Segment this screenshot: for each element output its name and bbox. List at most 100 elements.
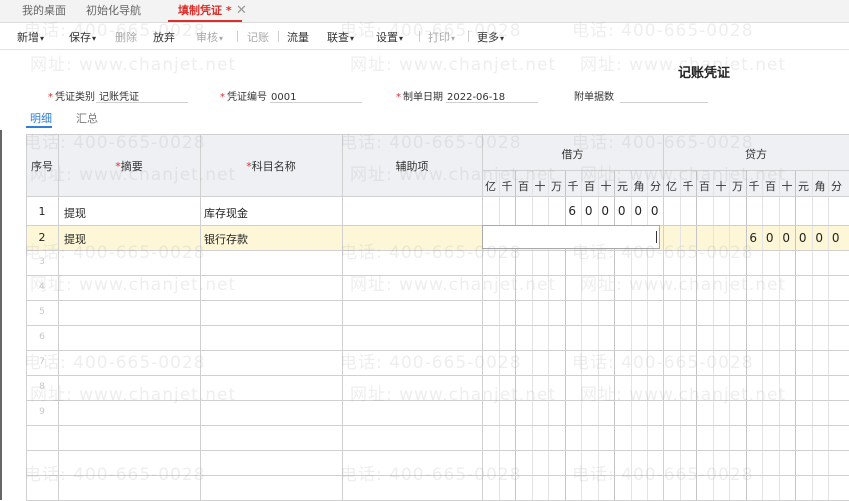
digit-unit-label: 亿 <box>485 180 496 193</box>
amount-digit: 0 <box>765 231 774 245</box>
amount-digit: 0 <box>601 204 610 218</box>
digit-unit-label: 分 <box>831 180 842 193</box>
attachments-field[interactable]: 附单据数 <box>574 88 618 103</box>
col-seq-header: 序号 <box>31 160 53 173</box>
col-summary-header: *摘要 <box>115 160 143 173</box>
voucher-entry-grid: 序号 *摘要 *科目名称 辅助项 借方 贷方 亿亿千千百百十十万万千千百百十十元… <box>26 134 849 501</box>
toolbar-separator <box>419 31 420 42</box>
digit-unit-label: 十 <box>715 180 727 193</box>
digit-unit-label: 亿 <box>666 180 677 193</box>
delete-button[interactable]: 删除 <box>115 29 137 45</box>
digit-unit-label: 分 <box>650 180 661 193</box>
field-underline <box>620 102 708 103</box>
subtab-summary[interactable]: 汇总 <box>76 110 98 126</box>
caret-down-icon: ▾ <box>451 34 456 43</box>
digit-unit-label: 十 <box>534 180 546 193</box>
col-account-header: *科目名称 <box>246 160 296 173</box>
digit-unit-label: 角 <box>633 180 645 193</box>
close-icon[interactable]: ✕ <box>236 4 247 17</box>
cashflow-button[interactable]: 流量 <box>287 29 309 45</box>
row-account-cell[interactable]: 银行存款 <box>204 231 248 247</box>
settings-button[interactable]: 设置▾ <box>376 29 403 45</box>
watermark-text: 网址: www.chanjet.net <box>30 55 237 75</box>
digit-unit-label: 千 <box>748 180 760 193</box>
grid-line <box>26 325 849 326</box>
tab-my-desktop[interactable]: 我的桌面 <box>22 0 66 22</box>
digit-unit-label: 万 <box>732 180 743 193</box>
voucher-date-field[interactable]: * 制单日期 2022-06-18 <box>396 88 505 103</box>
subtab-detail[interactable]: 明细 <box>30 110 52 126</box>
debit-amount-input[interactable] <box>482 225 660 249</box>
print-button[interactable]: 打印▾ <box>428 29 455 45</box>
audit-button[interactable]: 审核▾ <box>196 29 223 45</box>
digit-unit-label: 千 <box>501 180 513 193</box>
new-button[interactable]: 新增▾ <box>17 29 44 45</box>
amount-digit: 0 <box>584 204 593 218</box>
row-number: 3 <box>39 257 45 267</box>
text-cursor <box>656 231 657 243</box>
tab-bar: 我的桌面 初始化导航 填制凭证 * ✕ <box>0 0 849 23</box>
digit-unit-label: 千 <box>567 180 579 193</box>
digit-unit-label: 元 <box>617 180 628 193</box>
row-account-cell[interactable]: 库存现金 <box>204 205 248 221</box>
row-number: 4 <box>39 282 45 292</box>
row-debit-amount[interactable]: 600000 <box>564 204 663 218</box>
row-summary-cell[interactable]: 提现 <box>64 231 86 247</box>
tab-fill-voucher[interactable]: 填制凭证 * <box>168 0 242 22</box>
tab-init-guide[interactable]: 初始化导航 <box>86 0 141 22</box>
amount-digit: 0 <box>831 231 840 245</box>
digit-unit-label: 百 <box>518 180 529 193</box>
digit-unit-label: 千 <box>682 180 694 193</box>
discard-button[interactable]: 放弃 <box>153 29 175 45</box>
grid-line <box>58 134 59 500</box>
grid-line <box>26 134 849 135</box>
field-underline <box>446 102 538 103</box>
save-button[interactable]: 保存▾ <box>69 29 96 45</box>
active-tab-indicator <box>26 126 52 128</box>
caret-down-icon: ▾ <box>92 34 97 43</box>
caret-down-icon: ▾ <box>399 34 404 43</box>
grid-line <box>26 250 849 251</box>
digit-unit-label: 元 <box>798 180 809 193</box>
row-number: 1 <box>38 205 46 218</box>
more-button[interactable]: 更多▾ <box>477 29 504 45</box>
col-credit-header: 贷方 <box>745 148 767 161</box>
amount-digit: 6 <box>568 204 577 218</box>
voucher-title: 记账凭证 <box>678 66 731 81</box>
attachments-label: 附单据数 <box>574 92 614 103</box>
query-button[interactable]: 联查▾ <box>327 29 354 45</box>
grid-line <box>26 425 849 426</box>
amount-digit: 6 <box>749 231 758 245</box>
watermark-text: 网址: www.chanjet.net <box>350 55 557 75</box>
voucher-number-field[interactable]: * 凭证编号 0001 <box>220 88 296 103</box>
row-number[interactable]: 2 <box>26 231 58 244</box>
row-summary-cell[interactable]: 提现 <box>64 205 86 221</box>
post-button[interactable]: 记账 <box>247 29 269 45</box>
digit-unit-label: 百 <box>584 180 595 193</box>
grid-line <box>26 350 849 351</box>
grid-line <box>26 196 849 197</box>
digit-unit-label: 百 <box>765 180 776 193</box>
amount-digit: 0 <box>815 231 824 245</box>
toolbar: 新增▾ 保存▾ 删除 放弃 审核▾ 记账 流量 联查▾ 设置▾ 打印▾ 更多▾ <box>0 23 849 50</box>
active-row-highlight <box>26 225 849 250</box>
grid-line <box>26 225 849 226</box>
grid-line <box>482 170 849 171</box>
amount-digit: 0 <box>634 204 643 218</box>
amount-digit: 0 <box>782 231 791 245</box>
col-aux-header: 辅助项 <box>395 160 429 173</box>
toolbar-separator <box>468 31 469 42</box>
digit-unit-label: 十 <box>781 180 793 193</box>
row-number: 9 <box>39 407 45 417</box>
digit-unit-label: 角 <box>814 180 826 193</box>
window-edge <box>0 130 2 500</box>
grid-line <box>26 375 849 376</box>
field-underline <box>96 102 188 103</box>
caret-down-icon: ▾ <box>219 34 224 43</box>
grid-line <box>26 450 849 451</box>
voucher-category-field[interactable]: * 凭证类别 记账凭证 <box>48 88 139 103</box>
row-credit-amount[interactable]: 600000 <box>745 231 844 245</box>
col-debit-header: 借方 <box>561 148 584 161</box>
caret-down-icon: ▾ <box>350 34 355 43</box>
row-number: 5 <box>39 307 45 317</box>
